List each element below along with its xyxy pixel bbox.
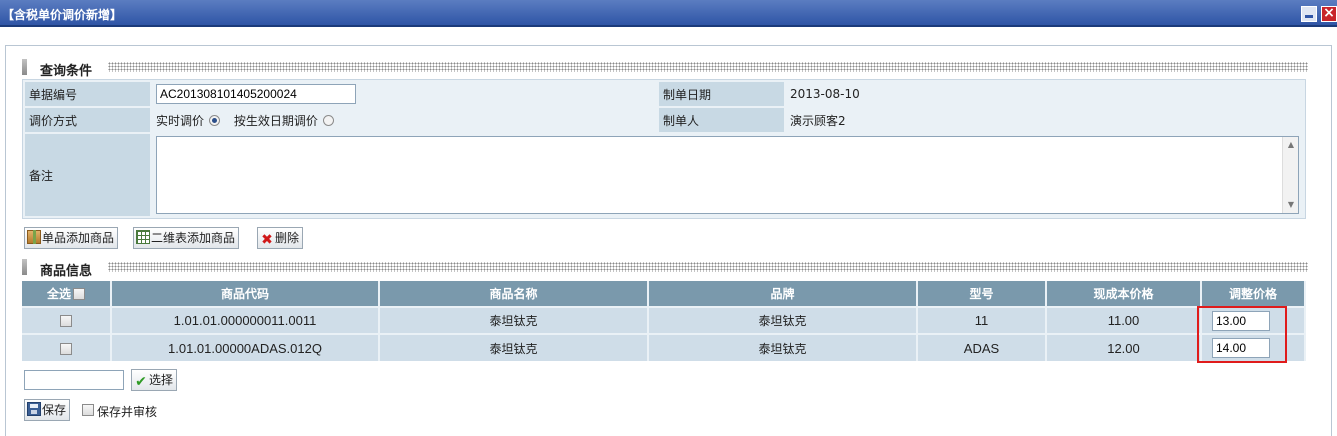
select-all-checkbox[interactable] [73, 288, 85, 300]
cell-model: ADAS [917, 333, 1047, 361]
save-approve-label: 保存并审核 [97, 405, 158, 419]
remark-label: 备注 [25, 134, 150, 216]
save-approve-checkbox[interactable] [82, 404, 94, 416]
method-effective-label: 按生效日期调价 [233, 113, 318, 128]
maker-label: 制单人 [659, 108, 784, 132]
cell-cost: 11.00 [1046, 306, 1202, 334]
doc-no-input[interactable] [156, 84, 356, 104]
method-label: 调价方式 [25, 108, 150, 132]
cell-code: 1.01.01.00000ADAS.012Q [111, 333, 380, 361]
table-row[interactable]: 1.01.01.000000011.0011 泰坦钛克 泰坦钛克 11 11.0… [22, 306, 1306, 334]
check-icon: ✔ [135, 374, 147, 390]
section-divider [108, 62, 1308, 72]
cell-model: 11 [917, 306, 1047, 334]
remark-scrollbar[interactable]: ▲ ▼ [1282, 137, 1298, 213]
scroll-down-icon[interactable]: ▼ [1283, 198, 1299, 212]
minimize-icon[interactable] [1301, 6, 1317, 22]
section-divider [108, 262, 1308, 272]
row-checkbox[interactable] [60, 315, 72, 327]
row-checkbox[interactable] [60, 342, 72, 355]
method-realtime-radio[interactable] [209, 114, 221, 126]
cell-cost: 12.00 [1046, 333, 1202, 361]
method-realtime-label: 实时调价 [156, 113, 205, 128]
window-titlebar: 【含税单价调价新增】 × [0, 0, 1337, 27]
add-single-button[interactable]: 单品添加商品 [24, 227, 119, 249]
query-form: 单据编号 制单日期 2013-08-10 调价方式 实时调价 按生效日期调价 制… [22, 79, 1306, 219]
table-row[interactable]: 1.01.01.00000ADAS.012Q 泰坦钛克 泰坦钛克 ADAS 12… [22, 333, 1306, 361]
goods-section-header: 商品信息 [22, 259, 1308, 279]
delete-button[interactable]: ✖ 删除 [257, 227, 304, 249]
col-model-header[interactable]: 型号 [917, 281, 1047, 307]
col-adjust-header[interactable]: 调整价格 [1201, 281, 1306, 307]
col-name-header[interactable]: 商品名称 [379, 281, 649, 307]
select-all-header: 全选 [22, 281, 112, 307]
select-all-label: 全选 [46, 287, 71, 301]
date-value: 2013-08-10 [786, 82, 1303, 106]
package-icon [27, 230, 41, 244]
cell-name: 泰坦钛克 [379, 306, 649, 334]
window-title: 【含税单价调价新增】 [2, 8, 123, 22]
close-icon[interactable]: × [1321, 6, 1337, 22]
select-label: 选择 [149, 373, 174, 387]
doc-no-label: 单据编号 [25, 82, 150, 106]
cell-name: 泰坦钛克 [379, 333, 649, 361]
save-label: 保存 [42, 403, 67, 417]
maker-value: 演示顾客2 [786, 108, 1303, 132]
query-section-header: 查询条件 [22, 59, 1308, 79]
goods-section-title: 商品信息 [40, 264, 93, 279]
col-cost-header[interactable]: 现成本价格 [1046, 281, 1202, 307]
section-marker [22, 59, 27, 75]
goods-table: 全选 商品代码 商品名称 品牌 型号 现成本价格 调整价格 1.01.01.00… [22, 281, 1306, 361]
col-code-header[interactable]: 商品代码 [111, 281, 380, 307]
add-matrix-button[interactable]: 二维表添加商品 [133, 227, 240, 249]
section-marker [22, 259, 27, 275]
cell-code: 1.01.01.000000011.0011 [111, 306, 380, 334]
select-input[interactable] [24, 370, 124, 390]
save-icon [27, 402, 41, 416]
delete-icon: ✖ [261, 232, 273, 248]
save-button[interactable]: 保存 [24, 399, 71, 421]
query-section-title: 查询条件 [40, 64, 93, 79]
select-button[interactable]: ✔ 选择 [131, 369, 178, 391]
highlight-box [1197, 306, 1287, 363]
cell-brand: 泰坦钛克 [648, 333, 918, 361]
add-matrix-label: 二维表添加商品 [151, 231, 236, 245]
cell-brand: 泰坦钛克 [648, 306, 918, 334]
add-single-label: 单品添加商品 [42, 231, 115, 245]
delete-label: 删除 [275, 231, 300, 245]
col-brand-header[interactable]: 品牌 [648, 281, 918, 307]
scroll-up-icon[interactable]: ▲ [1283, 138, 1299, 152]
table-icon [136, 230, 150, 244]
remark-textarea[interactable]: ▲ ▼ [156, 136, 1299, 214]
date-label: 制单日期 [659, 82, 784, 106]
method-effective-radio[interactable] [322, 114, 334, 126]
